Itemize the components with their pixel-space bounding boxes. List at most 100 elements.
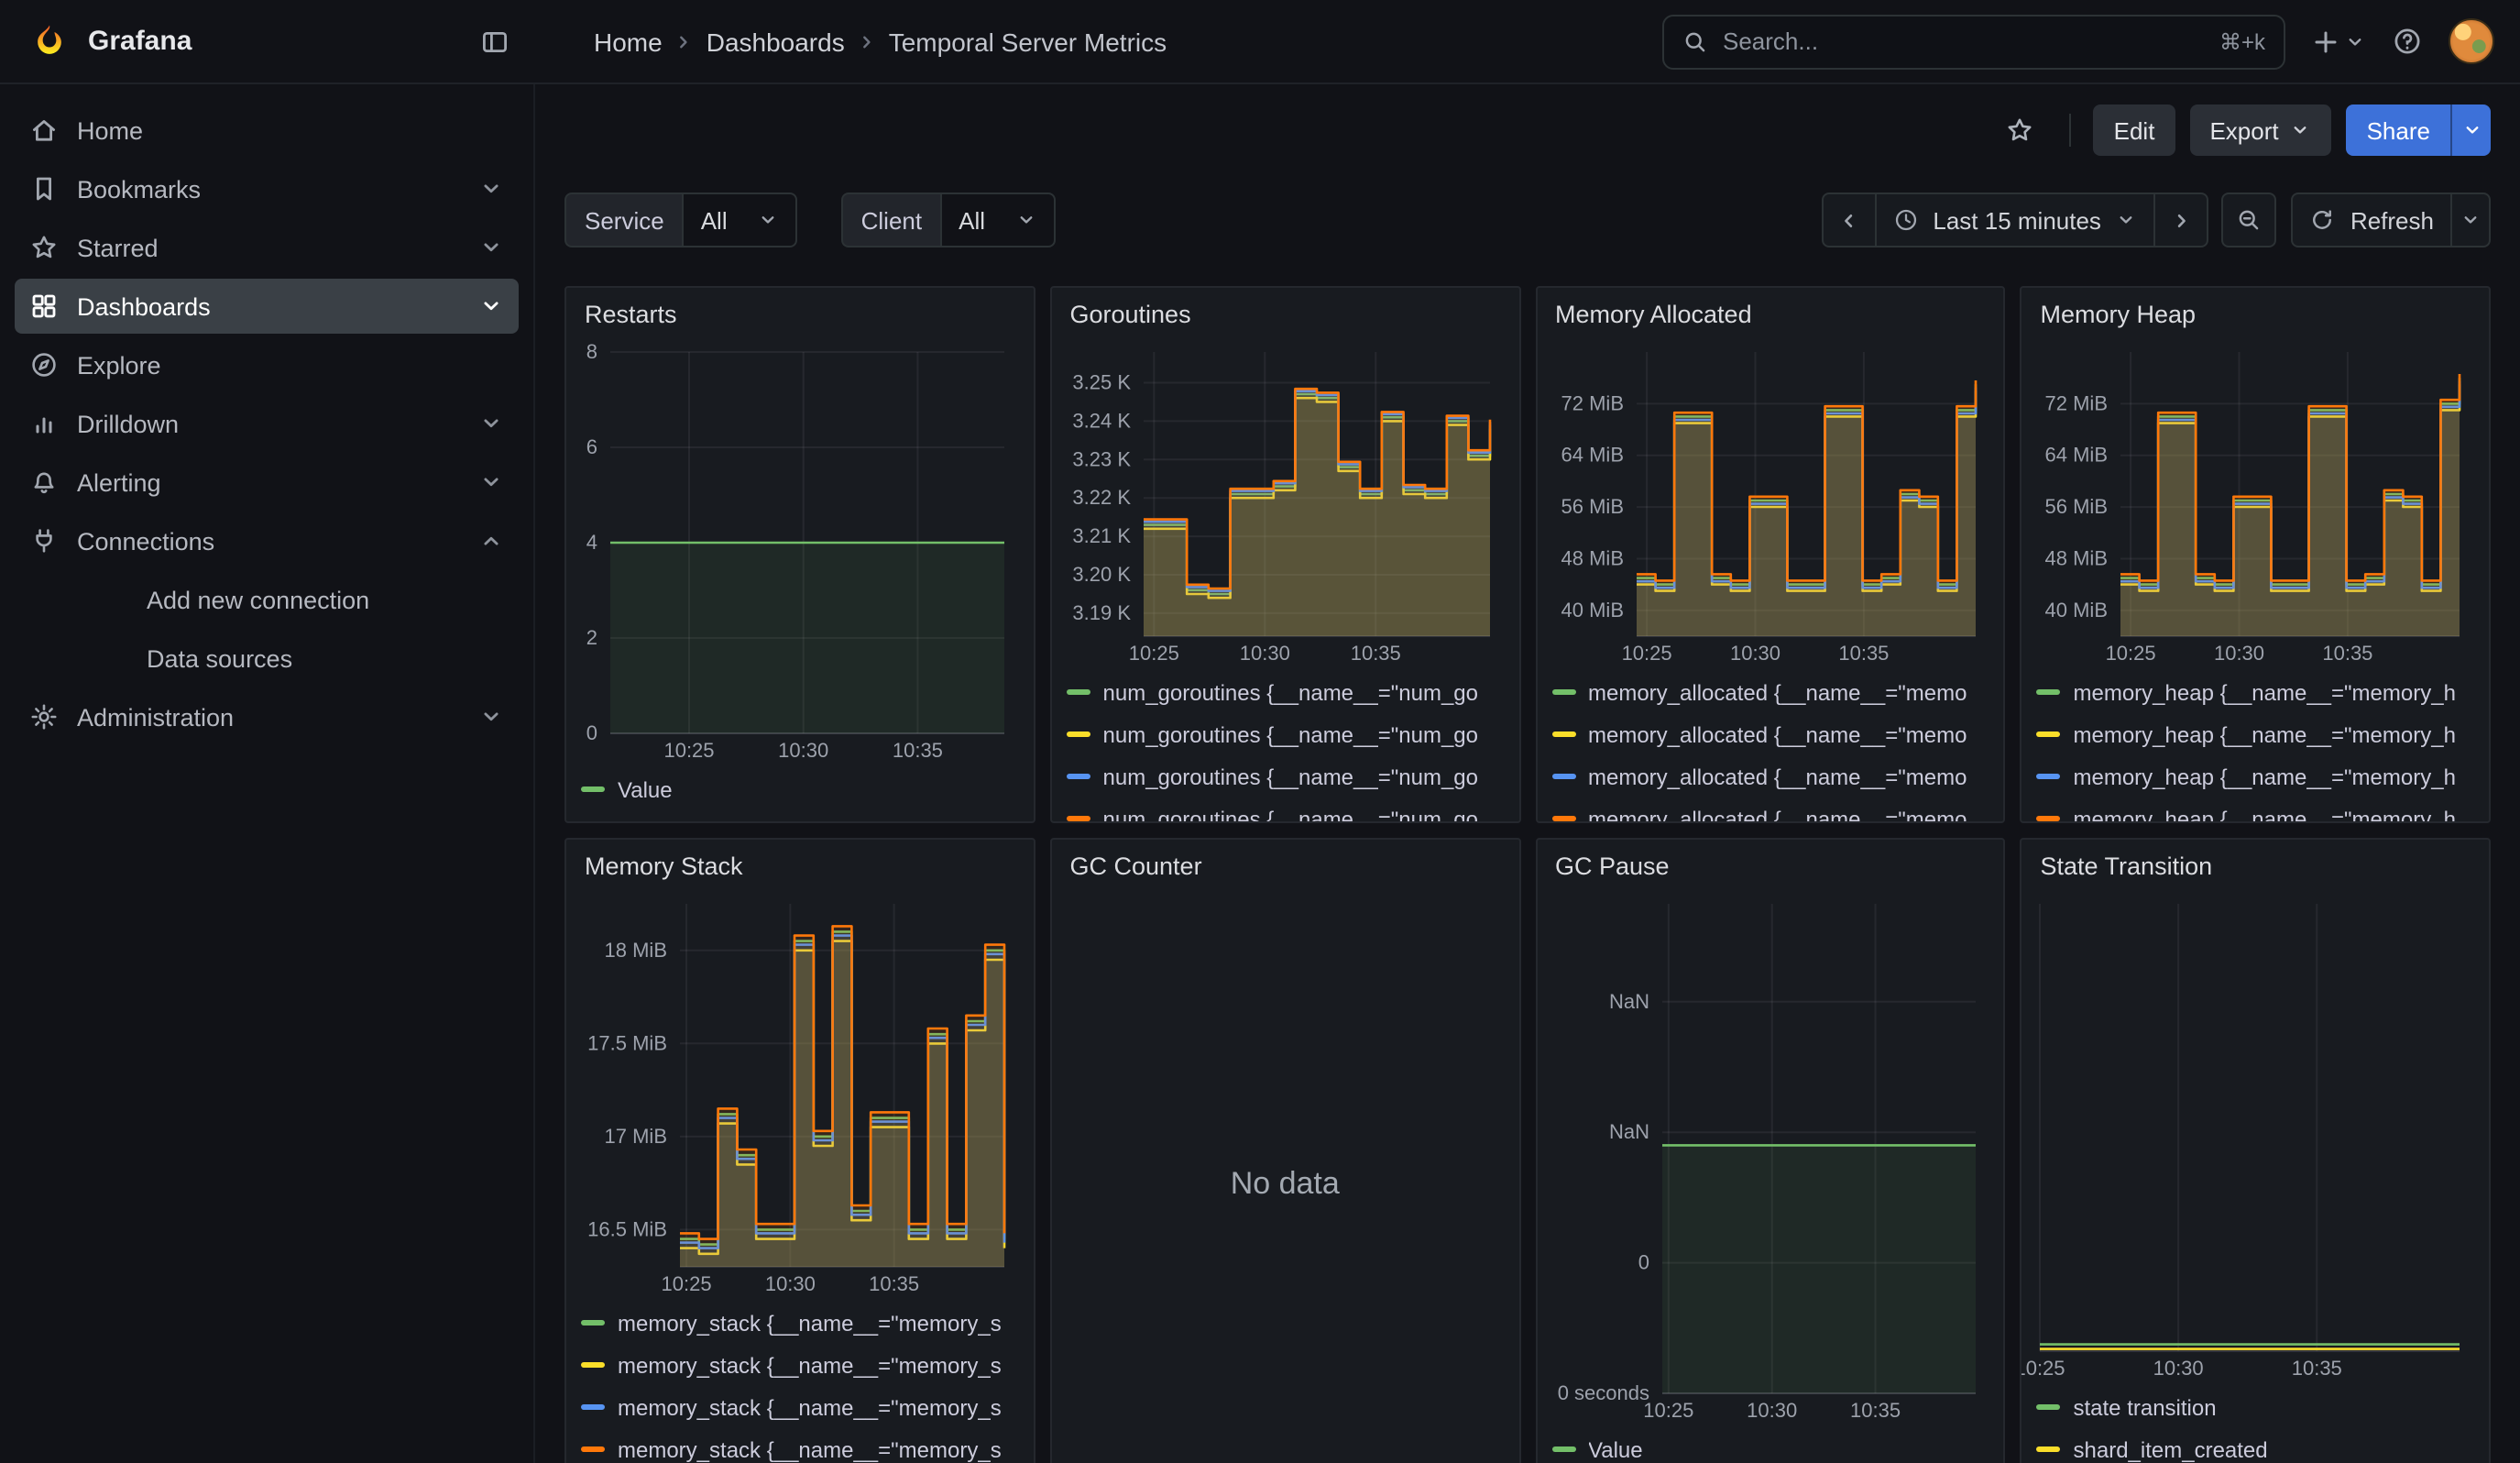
breadcrumb: Home Dashboards Temporal Server Metrics <box>535 27 1167 56</box>
legend-item[interactable]: memory_heap {__name__="memory_h <box>2037 671 2475 713</box>
user-avatar[interactable] <box>2449 18 2494 64</box>
sidebar-item-administration[interactable]: Administration <box>15 689 519 744</box>
panel-title[interactable]: Memory Stack <box>566 840 1034 886</box>
legend-series-marker <box>1067 816 1090 821</box>
legend-series-marker <box>1551 732 1575 737</box>
time-series-chart[interactable]: 72 MiB64 MiB56 MiB48 MiB40 MiB10:2510:30… <box>2030 337 2479 667</box>
panel-title[interactable]: Memory Allocated <box>1537 288 2004 334</box>
legend-item[interactable]: memory_heap {__name__="memory_h <box>2037 798 2475 821</box>
panel-legend: memory_allocated {__name__="memomemory_a… <box>1537 667 2004 821</box>
client-variable-select[interactable]: All <box>940 192 1055 248</box>
sidebar-item-drilldown[interactable]: Drilldown <box>15 396 519 451</box>
share-button[interactable]: Share <box>2347 104 2450 156</box>
svg-text:10:25: 10:25 <box>662 1272 712 1295</box>
legend-item[interactable]: num_goroutines {__name__="num_go <box>1067 798 1505 821</box>
panel-title[interactable]: GC Counter <box>1052 840 1519 886</box>
chevron-down-icon[interactable] <box>478 176 504 202</box>
chevron-down-icon[interactable] <box>478 411 504 436</box>
chevron-down-icon[interactable] <box>478 293 504 319</box>
search-input[interactable] <box>1723 28 2205 55</box>
panel-title[interactable]: Restarts <box>566 288 1034 334</box>
breadcrumb-dashboards[interactable]: Dashboards <box>707 27 845 56</box>
toolbar-divider <box>2070 114 2072 147</box>
sidebar-item-bookmarks[interactable]: Bookmarks <box>15 161 519 216</box>
sidebar-item-home[interactable]: Home <box>15 103 519 158</box>
legend-item[interactable]: memory_allocated {__name__="memo <box>1551 671 1989 713</box>
panel-title[interactable]: State Transition <box>2022 840 2490 886</box>
sidebar-item-label: Explore <box>77 351 504 379</box>
legend-series-marker <box>581 1404 605 1410</box>
zoom-out-button[interactable] <box>2222 192 2277 248</box>
legend-series-label: shard_item_created <box>2074 1436 2268 1462</box>
legend-item[interactable]: memory_stack {__name__="memory_s <box>581 1302 1019 1344</box>
sidebar-item-label: Starred <box>77 234 460 261</box>
legend-item[interactable]: memory_heap {__name__="memory_h <box>2037 755 2475 798</box>
svg-text:6: 6 <box>586 435 597 458</box>
chevron-down-icon[interactable] <box>478 469 504 495</box>
svg-text:10:30: 10:30 <box>1239 642 1289 665</box>
legend-item[interactable]: memory_stack {__name__="memory_s <box>581 1344 1019 1386</box>
chevron-down-icon[interactable] <box>478 704 504 730</box>
time-range-group: Last 15 minutes <box>1821 192 2209 248</box>
panel-legend: num_goroutines {__name__="num_gonum_goro… <box>1052 667 1519 821</box>
sidebar-item-explore[interactable]: Explore <box>15 337 519 392</box>
service-variable-select[interactable]: All <box>683 192 797 248</box>
add-new-button[interactable] <box>2311 27 2366 56</box>
export-button[interactable]: Export <box>2189 104 2331 156</box>
legend-series-label: memory_allocated {__name__="memo <box>1588 721 1967 747</box>
edit-button[interactable]: Edit <box>2094 104 2175 156</box>
chevron-up-icon[interactable] <box>478 528 504 554</box>
dock-sidebar-icon[interactable] <box>480 27 509 56</box>
legend-item[interactable]: memory_stack {__name__="memory_s <box>581 1428 1019 1463</box>
panel-title[interactable]: Memory Heap <box>2022 288 2490 334</box>
client-variable-value: All <box>959 206 985 234</box>
sidebar-item-data-sources[interactable]: Data sources <box>15 631 519 686</box>
sidebar-item-starred[interactable]: Starred <box>15 220 519 275</box>
legend-item[interactable]: num_goroutines {__name__="num_go <box>1067 755 1505 798</box>
sidebar-item-alerting[interactable]: Alerting <box>15 455 519 510</box>
sidebar-item-add-new-connection[interactable]: Add new connection <box>15 572 519 627</box>
time-series-chart[interactable]: 18 MiB17.5 MiB17 MiB16.5 MiB10:2510:3010… <box>574 889 1023 1298</box>
time-series-chart[interactable]: 3.25 K3.24 K3.23 K3.22 K3.21 K3.20 K3.19… <box>1059 337 1508 667</box>
legend-item[interactable]: Value <box>581 768 1019 810</box>
svg-text:3.19 K: 3.19 K <box>1072 601 1131 624</box>
legend-item[interactable]: memory_heap {__name__="memory_h <box>2037 713 2475 755</box>
search-box[interactable]: ⌘+k <box>1662 14 2285 69</box>
compass-icon <box>29 350 59 380</box>
refresh-group: Refresh <box>2292 192 2491 248</box>
legend-item[interactable]: state transition <box>2037 1386 2475 1428</box>
legend-item[interactable]: num_goroutines {__name__="num_go <box>1067 671 1505 713</box>
legend-series-label: memory_stack {__name__="memory_s <box>618 1352 1002 1378</box>
svg-text:10:25: 10:25 <box>2021 1357 2066 1380</box>
share-menu-button[interactable] <box>2450 104 2491 156</box>
legend-item[interactable]: num_goroutines {__name__="num_go <box>1067 713 1505 755</box>
time-series-chart[interactable]: 8642010:2510:3010:35 <box>574 337 1023 764</box>
time-series-chart[interactable]: NaNNaN00 seconds10:2510:3010:35 <box>1544 889 1993 1424</box>
refresh-icon <box>2310 207 2336 233</box>
time-series-chart[interactable]: 10:2510:3010:35 <box>2030 889 2479 1382</box>
panel-title[interactable]: GC Pause <box>1537 840 2004 886</box>
time-shift-forward-button[interactable] <box>2154 192 2209 248</box>
sidebar-item-connections[interactable]: Connections <box>15 513 519 568</box>
legend-item[interactable]: memory_allocated {__name__="memo <box>1551 755 1989 798</box>
svg-text:10:25: 10:25 <box>1621 642 1671 665</box>
favorite-star-button[interactable] <box>1993 103 2048 158</box>
legend-item[interactable]: memory_allocated {__name__="memo <box>1551 798 1989 821</box>
legend-item[interactable]: memory_stack {__name__="memory_s <box>581 1386 1019 1428</box>
chevron-down-icon[interactable] <box>478 235 504 260</box>
legend-item[interactable]: shard_item_created <box>2037 1428 2475 1463</box>
sidebar-item-dashboards[interactable]: Dashboards <box>15 279 519 334</box>
grafana-logo[interactable] <box>29 21 70 61</box>
legend-item[interactable]: memory_allocated {__name__="memo <box>1551 713 1989 755</box>
panel-title[interactable]: Goroutines <box>1052 288 1519 334</box>
breadcrumb-home[interactable]: Home <box>594 27 663 56</box>
help-icon[interactable] <box>2392 26 2423 57</box>
legend-item[interactable]: Value <box>1551 1428 1989 1463</box>
refresh-interval-button[interactable] <box>2450 192 2491 248</box>
svg-text:10:25: 10:25 <box>663 739 714 762</box>
time-shift-back-button[interactable] <box>1821 192 1876 248</box>
time-series-chart[interactable]: 72 MiB64 MiB56 MiB48 MiB40 MiB10:2510:30… <box>1544 337 1993 667</box>
time-range-picker[interactable]: Last 15 minutes <box>1874 192 2156 248</box>
panel-memory-stack: Memory Stack 18 MiB17.5 MiB17 MiB16.5 Mi… <box>564 838 1035 1463</box>
refresh-button[interactable]: Refresh <box>2292 192 2452 248</box>
